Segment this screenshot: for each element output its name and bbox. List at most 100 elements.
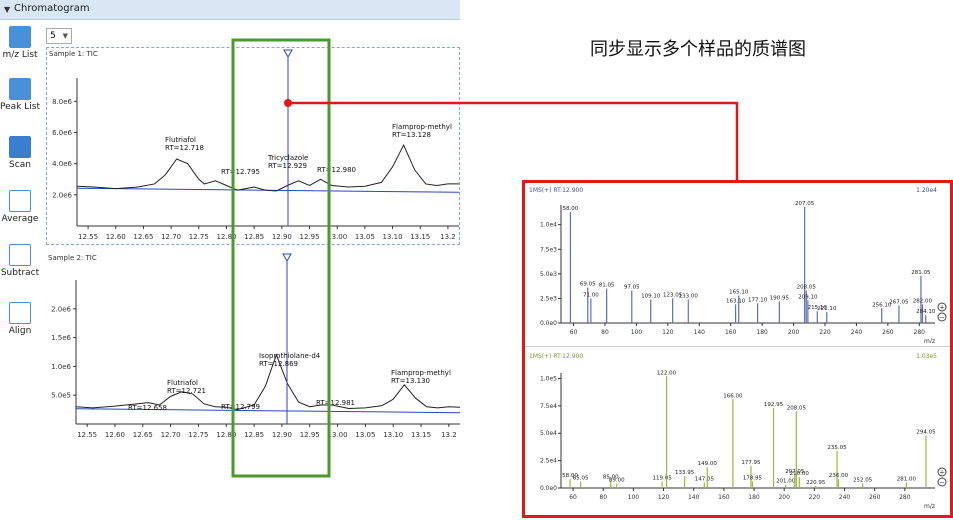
peak-mz-label: 221.10 — [817, 306, 837, 312]
peak-name-label: Isoprothiolane-d4 — [259, 352, 321, 360]
x-tick-label: 180 — [748, 494, 760, 501]
peak-mz-label: 281.05 — [911, 270, 931, 276]
y-tick-label: 2.0e6 — [51, 305, 71, 313]
peak-mz-label: 71.00 — [583, 292, 599, 298]
rt-cursor-marker — [283, 49, 293, 59]
x-tick-label: 12.85 — [244, 431, 264, 439]
sample-count-value: 5 — [50, 31, 56, 41]
peak-rt-label: RT=12.658 — [128, 404, 167, 412]
peak-rt-label: RT=12.980 — [317, 166, 356, 174]
peak-mz-label: 149.00 — [698, 461, 718, 467]
scan-button[interactable]: Scan — [0, 136, 40, 170]
peak-rt-label: RT=12.929 — [268, 162, 307, 170]
x-tick-label: 13.2 — [441, 431, 457, 439]
x-tick-label: 13.05 — [355, 233, 375, 241]
peak-mz-label: 209.10 — [798, 294, 818, 300]
mz-list-button[interactable]: m/z List — [0, 26, 40, 60]
y-tick-label: 4.0e6 — [52, 160, 72, 168]
sample1-panel[interactable]: Sample 1: TIC 12.55 12.60 12.65 12.70 12.75 1… — [46, 47, 460, 245]
x-tick-label: 12.95 — [300, 431, 320, 439]
x-tick-label: 180 — [756, 329, 768, 336]
x-tick-label: 12.80 — [216, 233, 236, 241]
spectrum-title: 1MS(+) RT:12.900 — [529, 187, 583, 194]
y-tick-label: 1.0e4 — [540, 222, 557, 229]
peak-list-button[interactable]: Peak List — [0, 78, 40, 112]
x-tick-label: 13.10 — [383, 431, 403, 439]
x-tick-label: 13.00 — [327, 233, 347, 241]
sample1-chart: 12.55 12.60 12.65 12.70 12.75 12.80 12.85 12.90… — [52, 49, 459, 241]
peak-name-label: Flutriafol — [167, 379, 198, 387]
x-axis-label: m/z — [924, 338, 935, 343]
peak-list-label: Peak List — [0, 102, 40, 112]
x-tick-label: 120 — [662, 329, 674, 336]
peak-mz-label: 235.05 — [827, 445, 847, 451]
x-tick-label: 12.60 — [106, 233, 126, 241]
peak-mz-label: 281.00 — [897, 477, 917, 483]
chevron-down-icon: ▼ — [62, 32, 68, 40]
peak-mz-label: 97.05 — [624, 285, 640, 291]
x-tick-label: 12.80 — [216, 431, 236, 439]
peak-mz-label: 177.95 — [741, 460, 761, 466]
peak-mz-label: 119.05 — [652, 475, 672, 481]
zoom-out-glyph: − — [939, 314, 945, 322]
y-tick-label: 2.5e4 — [540, 458, 557, 465]
mz-list-label: m/z List — [2, 50, 38, 60]
average-button[interactable]: Average — [0, 190, 40, 224]
subtract-button[interactable]: Subtract — [0, 244, 40, 278]
spectra-divider — [525, 346, 950, 347]
sample2-chart: 12.55 12.60 12.65 12.70 12.75 12.80 12.85 12.90… — [51, 253, 460, 439]
scan-label: Scan — [9, 160, 31, 170]
spectrum-title: 1MS(+) RT:12.900 — [529, 353, 583, 360]
peak-mz-label: 192.95 — [764, 402, 784, 408]
y-tick-label: 1.0e6 — [51, 363, 71, 371]
sample-count-select[interactable]: 5 ▼ — [46, 28, 72, 44]
y-tick-label: 5.0e3 — [540, 271, 557, 278]
collapse-triangle-icon[interactable]: ▼ — [4, 5, 10, 14]
x-tick-label: 60 — [570, 329, 578, 336]
peak-mz-label: 163.10 — [726, 298, 746, 304]
spectrum-max-label: 1.20e4 — [916, 187, 937, 194]
x-tick-label: 13.10 — [383, 233, 403, 241]
x-tick-label: 280 — [899, 494, 911, 501]
sample2-panel[interactable]: Sample 2: TIC 12.55 12.60 12.65 12.70 12.75 1… — [46, 252, 460, 447]
window-title: Chromatogram — [14, 3, 90, 14]
align-label: Align — [8, 326, 32, 336]
align-button[interactable]: Align — [0, 302, 40, 336]
y-tick-label: 0.0e0 — [540, 485, 557, 492]
spectrum-max-label: 1.03e5 — [916, 353, 937, 360]
x-tick-label: 100 — [631, 329, 643, 336]
x-tick-label: 12.70 — [161, 431, 181, 439]
x-tick-label: 200 — [788, 329, 800, 336]
mass-spectra-box: 1MS(+) RT:12.900 1.20e4 60 80 100 120 140 160 18… — [522, 180, 953, 518]
x-tick-label: 100 — [628, 494, 640, 501]
x-tick-label: 120 — [658, 494, 670, 501]
y-tick-label: 0.0e0 — [540, 320, 557, 327]
peak-mz-label: 69.05 — [580, 282, 596, 288]
x-tick-label: 240 — [851, 329, 863, 336]
x-tick-label: 80 — [599, 494, 607, 501]
peak-mz-label: 208.05 — [797, 285, 817, 291]
y-tick-label: 7.5e3 — [540, 246, 557, 253]
page-heading: 同步显示多个样品的质谱图 — [590, 39, 806, 60]
x-tick-label: 260 — [882, 329, 894, 336]
peak-name-label: Flamprop-methyl — [392, 123, 452, 131]
left-toolbar: m/z List Peak List Scan Average Subtract… — [0, 20, 40, 520]
y-tick-label: 2.5e3 — [540, 295, 557, 302]
x-tick-label: 12.85 — [244, 233, 264, 241]
x-tick-label: 12.70 — [161, 233, 181, 241]
peak-mz-label: 178.95 — [743, 475, 763, 481]
x-tick-label: 200 — [778, 494, 790, 501]
peak-name-label: Flutriafol — [165, 136, 196, 144]
peak-mz-label: 65.05 — [573, 475, 589, 481]
average-label: Average — [1, 214, 39, 224]
peak-mz-label: 284.10 — [916, 309, 936, 315]
y-tick-label: 1.5e6 — [51, 334, 71, 342]
x-tick-label: 13.15 — [411, 431, 431, 439]
y-tick-label: 5.0e4 — [540, 430, 557, 437]
y-tick-label: 5.0e5 — [51, 392, 71, 400]
x-tick-label: 140 — [694, 329, 706, 336]
x-tick-label: 13.00 — [328, 431, 348, 439]
peak-rt-label: RT=13.130 — [391, 377, 430, 385]
peak-mz-label: 267.05 — [889, 299, 909, 305]
x-tick-label: 260 — [869, 494, 881, 501]
